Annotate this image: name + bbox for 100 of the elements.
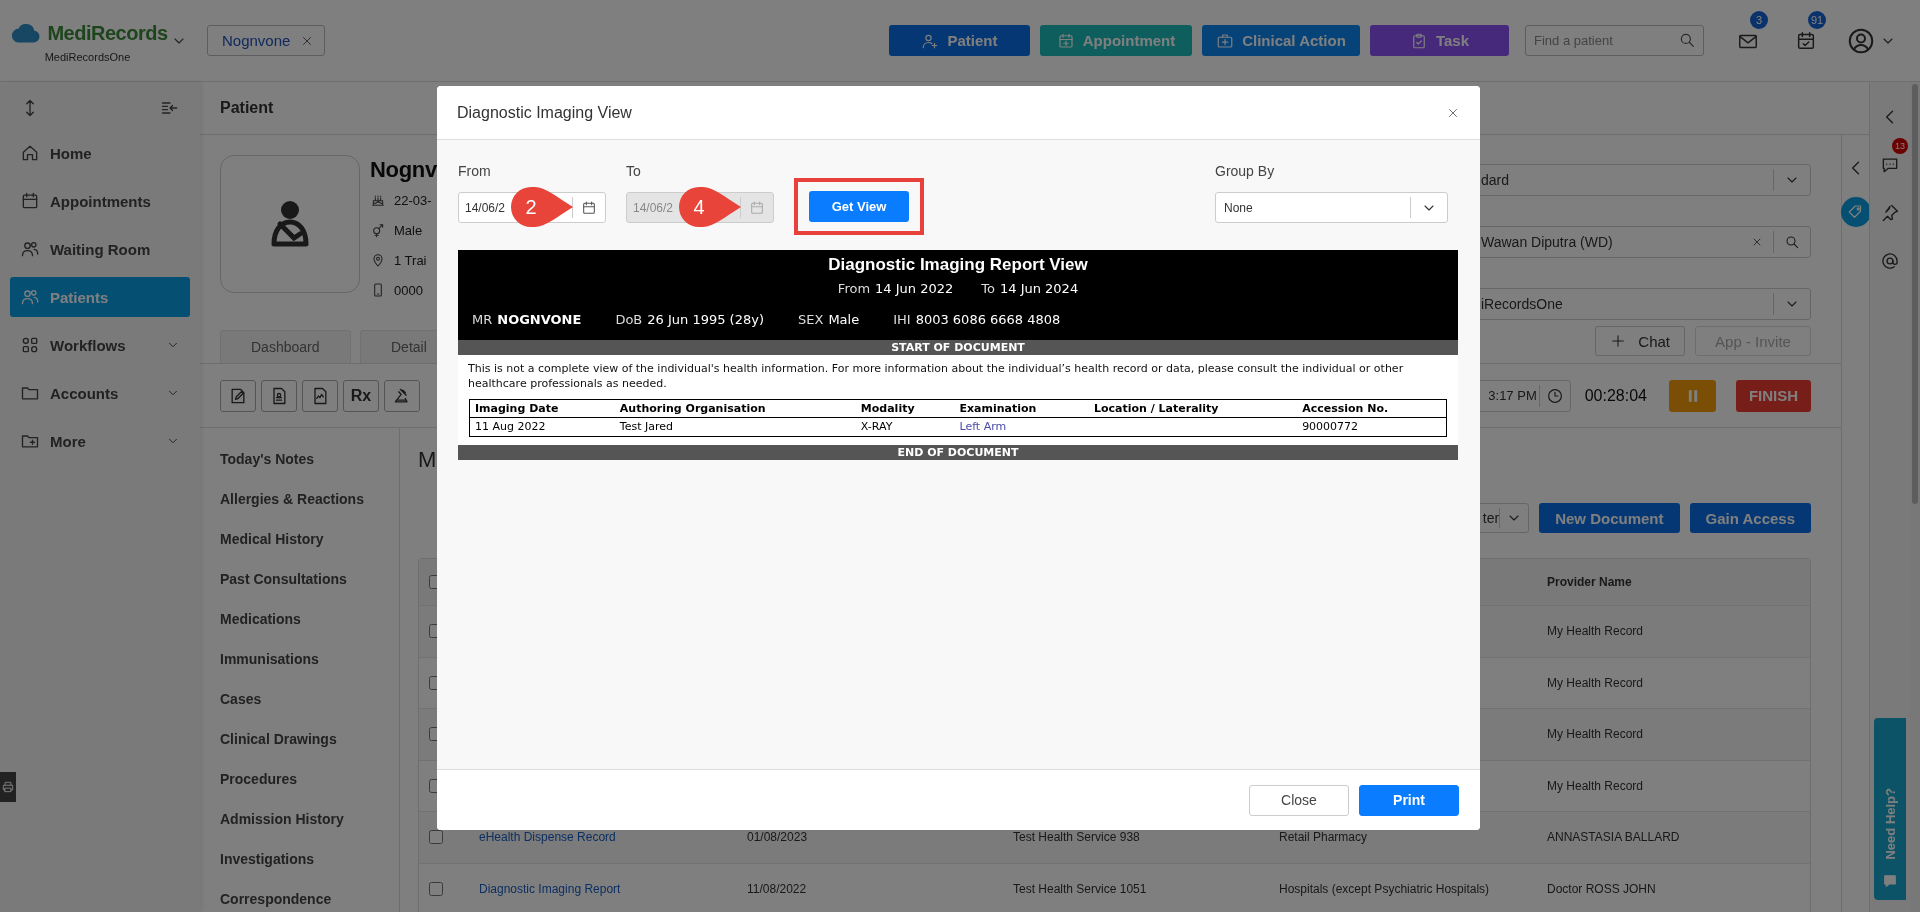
home-icon [20, 143, 40, 163]
count-badge: 13 [1892, 138, 1908, 154]
sidebar-item[interactable]: Patients [10, 277, 190, 317]
scrollbar-thumb[interactable] [1912, 84, 1918, 504]
patient-field-label: IHI [893, 312, 911, 327]
cake-icon [370, 192, 386, 208]
section-bar-text: START OF DOCUMENT [891, 340, 1025, 355]
clock-icon[interactable] [1545, 386, 1564, 405]
patient-tab[interactable]: Nognvone [207, 25, 326, 56]
patient-detail: Male [394, 222, 423, 238]
table-cell-text: My Health Record [1547, 777, 1645, 795]
step-marker: 2 [509, 185, 575, 229]
range-date: 14 Jun 2024 [999, 280, 1079, 298]
toolbar-button[interactable] [302, 379, 338, 412]
range-label: To [981, 280, 995, 298]
action-button[interactable]: Clinical Action [1202, 25, 1360, 56]
tag-button[interactable] [1840, 197, 1871, 227]
table-cell-text: My Health Record [1547, 623, 1645, 641]
patient-field-label: SEX [798, 312, 824, 327]
action-button[interactable]: Task [1370, 25, 1509, 56]
action-button[interactable]: New Document [1539, 503, 1680, 533]
patient-detail: 0000 [394, 282, 423, 298]
sidebar-item[interactable]: Accounts [10, 373, 190, 413]
toolbar-button[interactable] [384, 379, 420, 412]
field-label: Group By [1215, 163, 1276, 180]
at-sign-icon[interactable] [1880, 250, 1900, 272]
speech-bubble-icon [1881, 872, 1899, 890]
action-button[interactable]: Patient [889, 25, 1030, 56]
table-cell-text: My Health Record [1547, 674, 1645, 692]
calendar-add-icon [1056, 31, 1075, 50]
section-link[interactable]: Procedures [220, 759, 399, 799]
help-tab[interactable]: Need Help? [1874, 718, 1906, 900]
patient-field-value: 26 Jun 1995 (28y) [647, 312, 764, 327]
table-cell: 90000772 [1297, 417, 1447, 437]
toolbar-button[interactable] [220, 379, 256, 412]
group-by-select[interactable]: None [1215, 192, 1448, 223]
table-cell-text: Retail Pharmacy [1279, 829, 1369, 847]
section-link[interactable]: Investigations [220, 839, 399, 879]
patient-detail: 22-03- [394, 192, 432, 208]
sidebar-item[interactable]: Waiting Room [10, 229, 190, 269]
section-link[interactable]: Medications [220, 599, 399, 639]
table-cell: Test Jared [614, 417, 856, 437]
search-icon [1678, 31, 1696, 49]
table-cell: X-RAY [855, 417, 955, 437]
chat-button[interactable]: Chat [1595, 326, 1685, 356]
table-cell-text: Hospitals (except Psychiatric Hospitals) [1279, 880, 1491, 898]
toolbar-button[interactable] [261, 379, 297, 412]
field-label: To [626, 163, 642, 180]
section-link[interactable]: Immunisations [220, 639, 399, 679]
table-cell-text: 11/08/2022 [747, 880, 808, 898]
section-link[interactable]: Medical History [220, 519, 399, 559]
people-icon [20, 239, 40, 259]
sidebar-item[interactable]: Appointments [10, 181, 190, 221]
prescription-button[interactable]: Rx [343, 379, 379, 412]
document-link[interactable]: Diagnostic Imaging Report [479, 881, 621, 896]
section-link[interactable]: Correspondence [220, 879, 399, 912]
clear-icon[interactable] [1751, 236, 1763, 248]
printer-icon [1, 780, 15, 794]
count-badge: 91 [1808, 10, 1827, 29]
get-view-button[interactable]: Get View [809, 191, 909, 222]
section-link[interactable]: Cases [220, 679, 399, 719]
plus-icon [1610, 333, 1627, 349]
report-title: Diagnostic Imaging Report View [828, 254, 1088, 276]
section-link[interactable]: Admission History [220, 799, 399, 839]
action-button[interactable]: Gain Access [1689, 503, 1811, 533]
tab[interactable]: Dashboard [220, 330, 351, 363]
patient-field-value: 8003 6086 6668 4808 [915, 312, 1061, 327]
table-cell-text: ANNASTASIA BALLARD [1547, 829, 1681, 847]
close-button[interactable]: Close [1249, 784, 1349, 816]
sidebar-item[interactable]: More [10, 421, 190, 461]
section-link[interactable]: Today's Notes [220, 439, 399, 479]
location-icon [370, 252, 386, 268]
column-header: Provider Name [1547, 574, 1633, 591]
print-button[interactable]: Print [1359, 784, 1459, 816]
calendar-icon[interactable] [581, 199, 597, 216]
search-icon[interactable] [1784, 234, 1800, 250]
document-link[interactable]: eHealth Dispense Record [479, 830, 616, 845]
patient-field-label: DoB [615, 312, 643, 327]
examination-link[interactable]: Left Arm [954, 417, 1089, 437]
notice-text: This is not a complete view of the individual's health information. For more information about the individual’s health record or data, please consult the individual or other healthcare professionals as needed. [467, 361, 1405, 392]
column-header: Examination [954, 399, 1089, 418]
column-header: Modality [855, 399, 955, 418]
checkbox[interactable] [429, 830, 443, 845]
brand-subtitle: MediRecordsOne [44, 50, 131, 63]
checkbox[interactable] [429, 881, 443, 896]
section-link[interactable]: Past Consultations [220, 559, 399, 599]
section-heading: M [418, 448, 437, 472]
patient-name: Nognv [370, 156, 437, 184]
pushpin-icon[interactable] [1880, 202, 1900, 224]
section-link[interactable]: Allergies & Reactions [220, 479, 399, 519]
section-bar-text: END OF DOCUMENT [897, 445, 1019, 460]
section-link[interactable]: Clinical Drawings [220, 719, 399, 759]
column-header: Authoring Organisation [614, 399, 856, 418]
table-cell: 11 Aug 2022 [469, 417, 615, 437]
table-cell-text: Doctor ROSS JOHN [1547, 880, 1657, 898]
search-field[interactable]: Find a patient [1525, 25, 1704, 56]
printer-tab[interactable] [0, 772, 16, 802]
sidebar-item[interactable]: Home [10, 133, 190, 173]
finish-button[interactable]: FINISH [1736, 379, 1811, 412]
sidebar-item[interactable]: Workflows [10, 325, 190, 365]
